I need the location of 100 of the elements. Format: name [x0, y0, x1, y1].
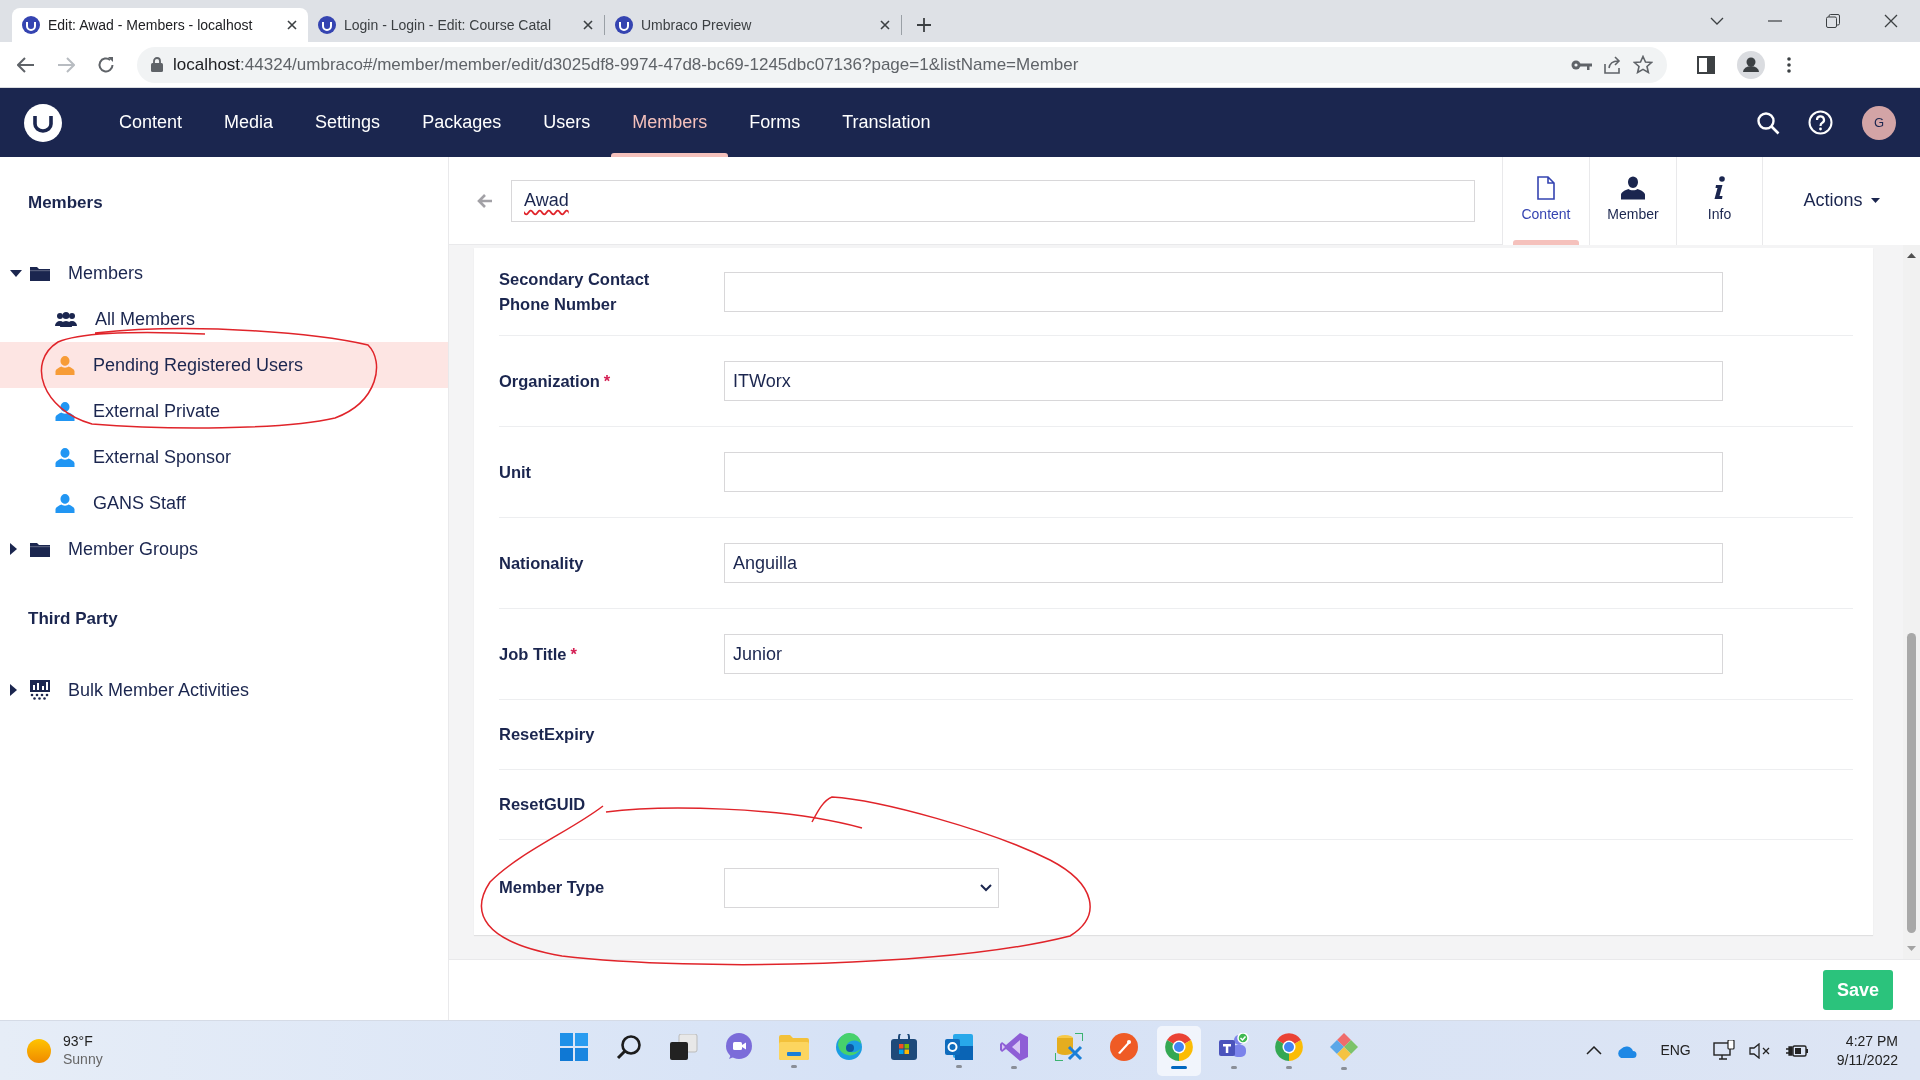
nav-tab[interactable]: Content: [98, 88, 204, 157]
logo-icon[interactable]: [24, 103, 62, 142]
url-text: localhost:44324/umbraco#/member/member/edit/d3025df8-9974-47d8-bc69-1245dbc07136?page=1&listName=Member: [173, 53, 1080, 76]
select-field[interactable]: [724, 867, 999, 908]
field-label: Nationality: [499, 552, 585, 574]
nav-tab[interactable]: Forms: [728, 88, 822, 157]
task-view-icon: [670, 1033, 698, 1060]
more-menu-icon[interactable]: [1787, 56, 1791, 73]
temperature-text: 93°F: [63, 1033, 94, 1051]
nav-tab[interactable]: Translation: [821, 88, 952, 157]
close-icon[interactable]: [879, 19, 891, 31]
caret-icon: [1870, 198, 1880, 203]
new-tab-icon[interactable]: [916, 17, 932, 33]
nav-tab[interactable]: Packages: [401, 88, 523, 157]
browser-tab[interactable]: Umbraco Preview: [605, 8, 901, 42]
scrollbar-thumb[interactable]: [1907, 633, 1916, 933]
battery-icon[interactable]: [1784, 1042, 1809, 1059]
star-icon[interactable]: [1633, 55, 1653, 74]
cloud-icon[interactable]: [1616, 1043, 1639, 1058]
network-icon[interactable]: [1712, 1039, 1735, 1062]
input-field[interactable]: [724, 271, 1723, 312]
back-arrow-icon[interactable]: [477, 193, 493, 208]
favicon-icon: [22, 16, 40, 34]
info-icon: [1712, 176, 1727, 200]
field-label: Job Title *: [499, 643, 578, 665]
address-bar[interactable]: localhost:44324/umbraco#/member/member/edit/d3025df8-9974-47d8-bc69-1245dbc07136?page=1&listName=Member: [137, 46, 1667, 83]
field-label: Unit: [499, 461, 533, 483]
language-indicator[interactable]: ENG: [1660, 1040, 1691, 1061]
name-field[interactable]: Awad: [511, 179, 1475, 222]
search-icon: [616, 1033, 642, 1060]
nav-tab[interactable]: Members: [611, 88, 729, 157]
speaker-muted-icon[interactable]: [1748, 1042, 1771, 1059]
person-icon: [1620, 176, 1646, 200]
favicon-icon: [615, 16, 633, 34]
share-icon[interactable]: [1603, 55, 1623, 74]
folder-icon: [779, 1033, 809, 1060]
input-field[interactable]: ITWorx: [724, 361, 1723, 401]
user-avatar[interactable]: G: [1862, 105, 1896, 140]
tree-item[interactable]: Members: [0, 250, 448, 296]
nav-tab[interactable]: Media: [203, 88, 295, 157]
app-tab[interactable]: Content: [1502, 156, 1589, 245]
scrollbar[interactable]: [1903, 245, 1920, 959]
caret-icon[interactable]: [10, 269, 22, 277]
caret-icon[interactable]: [10, 684, 17, 696]
field-label: Member Type: [499, 877, 606, 899]
profile-icon[interactable]: [1737, 50, 1765, 79]
input-field[interactable]: Anguilla: [724, 543, 1723, 583]
app-tab[interactable]: Info: [1676, 156, 1763, 245]
scroll-up-arrow-icon[interactable]: [1907, 253, 1916, 258]
ribbon-icon: [1000, 1032, 1028, 1061]
weather-text: Sunny: [63, 1050, 103, 1068]
field-label: Organization *: [499, 370, 612, 392]
tricolor-circle-icon: [1165, 1032, 1193, 1061]
document-icon: [1537, 176, 1555, 200]
reload-icon[interactable]: [97, 55, 115, 74]
field-label: ResetGUID: [499, 794, 587, 816]
tree-item[interactable]: All Members: [0, 296, 448, 342]
app-tab[interactable]: Member: [1589, 156, 1676, 245]
section-heading: Third Party: [27, 608, 119, 630]
field-label: ResetExpiry: [499, 724, 596, 746]
side-panel-icon[interactable]: [1697, 55, 1715, 74]
nav-tab[interactable]: Settings: [294, 88, 402, 157]
key-icon[interactable]: [1571, 58, 1593, 71]
swirl-icon: [835, 1032, 863, 1061]
rocket-circle-icon: [1110, 1032, 1138, 1061]
tricolor-circle-icon: [1275, 1032, 1303, 1061]
lock-icon: [151, 57, 163, 72]
restore-icon[interactable]: [1826, 14, 1840, 28]
tree-item[interactable]: Pending Registered Users: [0, 342, 448, 388]
browser-tab[interactable]: Login - Login - Edit: Course Catal: [308, 8, 604, 42]
mail-icon: [945, 1033, 973, 1060]
database-tools-icon: [1055, 1032, 1083, 1061]
tree-item[interactable]: Member Groups: [0, 526, 448, 572]
tree-item[interactable]: External Sponsor: [0, 434, 448, 480]
chevron-down-icon[interactable]: [1710, 17, 1724, 25]
folder-icon: [30, 541, 50, 557]
tree-item[interactable]: External Private: [0, 388, 448, 434]
help-icon[interactable]: [1808, 110, 1833, 135]
search-icon[interactable]: [1756, 110, 1780, 135]
browser-tab[interactable]: Edit: Awad - Members - localhost: [12, 8, 308, 42]
close-icon[interactable]: [582, 19, 594, 31]
close-icon[interactable]: [1884, 14, 1898, 28]
clock-time[interactable]: 4:27 PM: [1845, 1032, 1898, 1051]
chevron-up-icon[interactable]: [1586, 1046, 1603, 1055]
windows-logo-icon: [560, 1032, 588, 1061]
input-field[interactable]: Junior: [724, 634, 1723, 674]
bar-chart-icon: [30, 680, 50, 700]
close-icon[interactable]: [286, 19, 298, 31]
chevron-down-icon: [980, 883, 992, 892]
field-label: Secondary Contact Phone Number: [499, 268, 651, 315]
video-chat-icon: [725, 1032, 753, 1061]
nav-tab[interactable]: Users: [522, 88, 612, 157]
diamond-icon: [1329, 1031, 1359, 1062]
shopping-bag-icon: [891, 1033, 917, 1060]
input-field[interactable]: [724, 452, 1723, 492]
clock-date[interactable]: 9/11/2022: [1836, 1050, 1898, 1069]
tree-item[interactable]: Bulk Member Activities: [0, 667, 448, 713]
tree-item[interactable]: GANS Staff: [0, 480, 448, 526]
back-arrow-icon[interactable]: [17, 56, 35, 73]
caret-icon[interactable]: [10, 543, 17, 555]
